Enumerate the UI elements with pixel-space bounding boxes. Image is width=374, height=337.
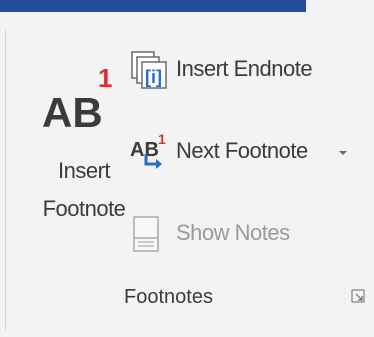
chevron-down-icon[interactable] xyxy=(337,148,349,158)
insert-footnote-label-line1: Insert xyxy=(57,158,111,183)
insert-footnote-button[interactable]: AB 1 Insert Footnote xyxy=(38,55,130,270)
show-notes-button[interactable]: Show Notes xyxy=(128,212,328,256)
next-footnote-button[interactable]: AB 1 Next Footnote xyxy=(128,130,368,174)
svg-text:[i]: [i] xyxy=(145,67,162,87)
next-footnote-icon: AB 1 xyxy=(130,131,166,169)
insert-footnote-icon: AB 1 xyxy=(42,63,112,136)
insert-footnote-label-line2: Footnote xyxy=(42,196,126,221)
show-notes-label: Show Notes xyxy=(176,220,290,245)
insert-footnote-icon-superscript: 1 xyxy=(98,63,112,93)
insert-endnote-button[interactable]: [i] Insert Endnote xyxy=(128,48,368,92)
group-label: Footnotes xyxy=(124,286,213,308)
show-notes-icon xyxy=(133,216,159,252)
insert-endnote-icon: [i] xyxy=(131,51,167,89)
insert-endnote-label: Insert Endnote xyxy=(176,56,313,81)
next-footnote-icon-text: AB xyxy=(130,139,159,161)
dialog-launcher-icon[interactable] xyxy=(351,289,365,303)
footnotes-ribbon-group: AB 1 Insert Footnote [i] Insert Endnote … xyxy=(0,0,374,337)
ribbon-tab-accent-bar xyxy=(0,0,306,12)
group-divider xyxy=(5,30,6,330)
next-footnote-label: Next Footnote xyxy=(176,138,308,163)
insert-footnote-icon-text: AB xyxy=(42,89,103,136)
next-footnote-icon-superscript: 1 xyxy=(158,131,166,147)
